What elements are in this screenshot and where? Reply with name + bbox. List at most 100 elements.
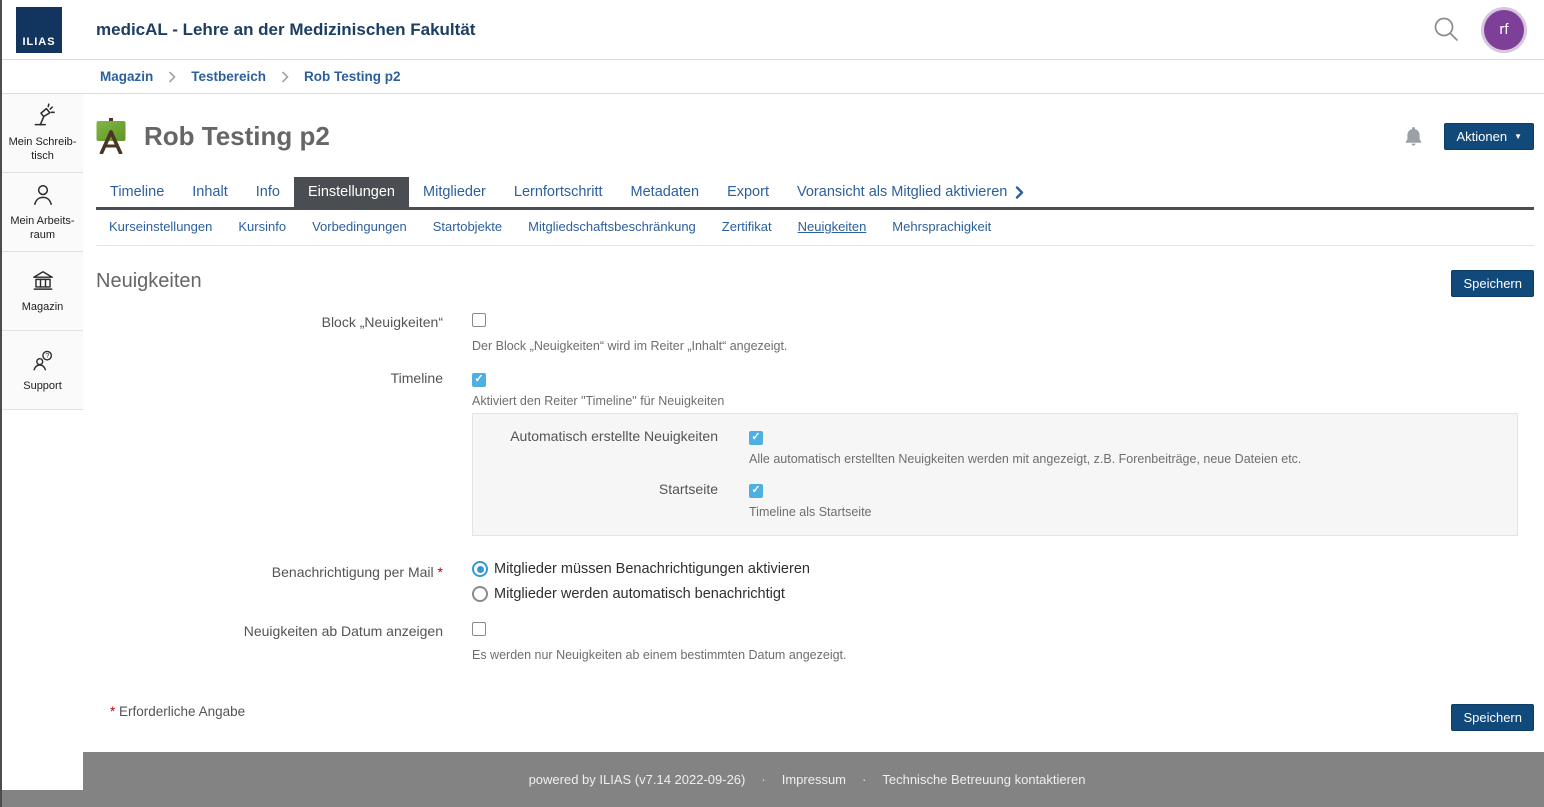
avatar-initials: rf	[1499, 21, 1508, 38]
tab-bar: Timeline Inhalt Info Einstellungen Mitgl…	[96, 177, 1534, 210]
notification-bell-button[interactable]	[1405, 127, 1422, 146]
desk-lamp-icon	[30, 103, 56, 129]
sidebar-item-label: Mein Schreib-tisch	[5, 135, 80, 164]
tab-voransicht-label: Voransicht als Mitglied aktivieren	[797, 184, 1007, 200]
field-label: Block „Neuigkeiten“	[96, 313, 443, 369]
block-news-checkbox[interactable]: ✓	[472, 313, 486, 327]
aktionen-button-label: Aktionen	[1456, 129, 1507, 144]
subtab-neuigkeiten[interactable]: Neuigkeiten	[798, 219, 867, 234]
required-note: * Erforderliche Angabe	[110, 704, 245, 719]
tab-voransicht[interactable]: Voransicht als Mitglied aktivieren	[783, 177, 1038, 207]
news-from-date-checkbox[interactable]: ✓	[472, 622, 486, 636]
radio-unselected[interactable]	[472, 586, 488, 602]
chevron-right-icon	[168, 71, 176, 83]
tab-export[interactable]: Export	[713, 177, 783, 207]
page-footer: powered by ILIAS (v7.14 2022-09-26) · Im…	[0, 752, 1544, 807]
sidebar-item-schreibtisch[interactable]: Mein Schreib-tisch	[2, 94, 83, 173]
subtab-vorbedingungen[interactable]: Vorbedingungen	[312, 219, 407, 234]
breadcrumb-testbereich[interactable]: Testbereich	[191, 69, 266, 84]
person-icon	[30, 182, 56, 208]
aktionen-button[interactable]: Aktionen ▼	[1444, 123, 1534, 150]
radio-label[interactable]: Mitglieder werden automatisch benachrich…	[494, 586, 785, 602]
topbar-right: rf	[1430, 10, 1524, 50]
checkmark-icon: ✓	[474, 374, 483, 385]
sidebar-item-magazin[interactable]: Magazin	[2, 252, 83, 331]
sidebar-item-label: Mein Arbeits-raum	[5, 214, 80, 243]
main-content: Rob Testing p2 Aktionen ▼ Timeline Inhal…	[83, 94, 1544, 752]
breadcrumb-magazin[interactable]: Magazin	[100, 69, 153, 84]
tab-inhalt[interactable]: Inhalt	[178, 177, 241, 207]
bank-icon	[30, 268, 56, 294]
subtab-kurseinstellungen[interactable]: Kurseinstellungen	[109, 219, 212, 234]
form-footer: * Erforderliche Angabe Speichern	[96, 704, 1534, 731]
sidebar-item-label: Support	[23, 379, 62, 393]
form-row-mail-notification: Benachrichtigung per Mail * Mitglieder m…	[96, 563, 1534, 611]
window-edge-strip	[0, 0, 2, 807]
subtab-startobjekte[interactable]: Startobjekte	[433, 219, 502, 234]
ilias-logo[interactable]: ILIAS	[16, 7, 62, 53]
tab-einstellungen[interactable]: Einstellungen	[294, 177, 409, 207]
auto-news-checkbox[interactable]: ✓	[749, 431, 763, 445]
field-help: Es werden nur Neuigkeiten ab einem besti…	[472, 648, 1534, 662]
field-help: Alle automatisch erstellten Neuigkeiten …	[749, 452, 1517, 466]
sidebar-item-arbeitsraum[interactable]: Mein Arbeits-raum	[2, 173, 83, 252]
news-settings-form: Block „Neuigkeiten“ ✓ Der Block „Neuigke…	[96, 313, 1534, 731]
startpage-checkbox[interactable]: ✓	[749, 484, 763, 498]
svg-text:?: ?	[45, 353, 49, 360]
page-title: Rob Testing p2	[144, 121, 330, 152]
search-icon	[1430, 14, 1462, 46]
search-button[interactable]	[1430, 14, 1462, 46]
form-row-block-news: Block „Neuigkeiten“ ✓ Der Block „Neuigke…	[96, 313, 1534, 369]
form-row-auto-news: Automatisch erstellte Neuigkeiten ✓ Alle…	[473, 427, 1517, 480]
form-row-news-from-date: Neuigkeiten ab Datum anzeigen ✓ Es werde…	[96, 622, 1534, 678]
form-row-timeline: Timeline ✓ Aktiviert den Reiter "Timelin…	[96, 369, 1534, 408]
checkmark-icon: ✓	[751, 485, 760, 496]
support-contact-link[interactable]: Technische Betreuung kontaktieren	[882, 772, 1085, 787]
field-help: Timeline als Startseite	[749, 505, 1517, 519]
radio-option-auto-notify[interactable]: Mitglieder werden automatisch benachrich…	[472, 586, 1534, 602]
app-title: medicAL - Lehre an der Medizinischen Fak…	[96, 20, 475, 40]
sidebar-item-label: Magazin	[22, 300, 64, 314]
field-label: Automatisch erstellte Neuigkeiten	[473, 427, 718, 480]
timeline-subsettings-panel: Automatisch erstellte Neuigkeiten ✓ Alle…	[472, 413, 1518, 536]
impressum-link[interactable]: Impressum	[782, 772, 846, 787]
tab-metadaten[interactable]: Metadaten	[617, 177, 714, 207]
field-help: Der Block „Neuigkeiten“ wird im Reiter „…	[472, 339, 1534, 353]
radio-label[interactable]: Mitglieder müssen Benachrichtigungen akt…	[494, 561, 810, 577]
subtab-bar: Kurseinstellungen Kursinfo Vorbedingunge…	[96, 210, 1534, 246]
save-button-bottom[interactable]: Speichern	[1451, 704, 1534, 731]
main-sidebar: Mein Schreib-tisch Mein Arbeits-raum Mag…	[2, 94, 83, 790]
ilias-logo-text: ILIAS	[22, 36, 55, 53]
subtab-mitgliedschaftsbeschraenkung[interactable]: Mitgliedschaftsbeschränkung	[528, 219, 696, 234]
page-head: Rob Testing p2 Aktionen ▼	[96, 116, 1534, 156]
tab-info[interactable]: Info	[242, 177, 294, 207]
section-head: Neuigkeiten Speichern	[96, 270, 1534, 297]
radio-option-activate-required[interactable]: Mitglieder müssen Benachrichtigungen akt…	[472, 561, 1534, 577]
top-bar: ILIAS medicAL - Lehre an der Medizinisch…	[0, 0, 1544, 60]
breadcrumb: Magazin Testbereich Rob Testing p2	[0, 60, 1544, 94]
tab-lernfortschritt[interactable]: Lernfortschritt	[500, 177, 617, 207]
tab-timeline[interactable]: Timeline	[96, 177, 178, 207]
field-help: Aktiviert den Reiter "Timeline" für Neui…	[472, 394, 1534, 408]
field-label: Timeline	[96, 369, 443, 408]
footer-separator: ·	[862, 772, 866, 787]
radio-selected[interactable]	[472, 561, 488, 577]
timeline-checkbox[interactable]: ✓	[472, 373, 486, 387]
checkmark-icon: ✓	[751, 432, 760, 443]
save-button-top[interactable]: Speichern	[1451, 270, 1534, 297]
form-row-startpage: Startseite ✓ Timeline als Startseite	[473, 480, 1517, 533]
chevron-right-icon	[281, 71, 289, 83]
subtab-kursinfo[interactable]: Kursinfo	[238, 219, 286, 234]
avatar[interactable]: rf	[1484, 10, 1524, 50]
subtab-zertifikat[interactable]: Zertifikat	[722, 219, 772, 234]
subtab-mehrsprachigkeit[interactable]: Mehrsprachigkeit	[892, 219, 991, 234]
tab-mitglieder[interactable]: Mitglieder	[409, 177, 500, 207]
caret-down-icon: ▼	[1514, 132, 1522, 141]
head-actions: Aktionen ▼	[1405, 123, 1534, 150]
required-asterisk: *	[438, 564, 443, 580]
mail-notification-radio-group: Mitglieder müssen Benachrichtigungen akt…	[472, 561, 1534, 602]
footer-separator: ·	[761, 772, 765, 787]
sidebar-item-support[interactable]: ? Support	[2, 331, 83, 410]
field-label: Startseite	[473, 480, 718, 533]
breadcrumb-current-page[interactable]: Rob Testing p2	[304, 69, 401, 84]
